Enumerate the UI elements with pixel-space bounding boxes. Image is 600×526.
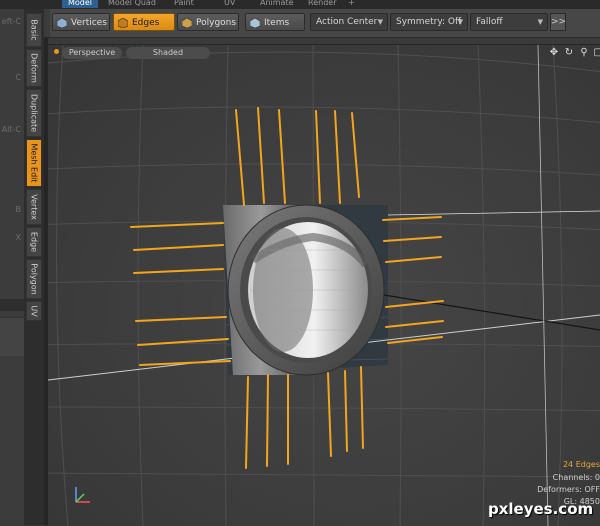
tab-model-quad[interactable]: Model Quad [102, 0, 162, 8]
side-tab-label: Deform [29, 53, 39, 83]
tab-render[interactable]: Render [302, 0, 342, 8]
polygons-button[interactable]: Polygons [177, 13, 239, 31]
vertices-icon [57, 18, 67, 28]
polygons-label: Polygons [196, 18, 237, 28]
side-tab-label: Basic [29, 19, 39, 41]
toolbar: Vertices Edges Polygons Items Action Cen… [0, 9, 600, 38]
viewport-options-icon[interactable] [54, 49, 59, 54]
vertices-label: Vertices [71, 18, 107, 28]
side-tab-basic[interactable]: Basic [26, 13, 42, 47]
side-tab-edge[interactable]: Edge [26, 227, 42, 257]
side-tab-label: Polygon [29, 263, 39, 295]
tab-uv[interactable]: UV [218, 0, 241, 8]
side-tab-label: Vertex [29, 194, 39, 220]
shortcut-label: C [15, 73, 21, 82]
edges-button[interactable]: Edges [113, 13, 175, 31]
side-tab-uv[interactable]: UV [26, 301, 42, 321]
top-tab-bar: Model Model Quad Paint UV Animate Render… [0, 0, 600, 9]
channels-readout: Channels: 0 [552, 473, 600, 482]
3d-viewport[interactable] [48, 44, 600, 526]
side-tab-polygon[interactable]: Polygon [26, 259, 42, 299]
falloff-label: Falloff [476, 17, 503, 27]
axis-gizmo-icon [75, 487, 90, 503]
rotate-view-icon[interactable]: ↻ [563, 47, 575, 59]
view-type-button[interactable]: Perspective [62, 47, 122, 59]
shortcut-label: eft-C [1, 17, 21, 26]
polygons-icon [182, 18, 192, 28]
left-tool-panel: eft-C C Alt-C B X [0, 17, 24, 525]
side-tab-label: Edge [29, 231, 39, 253]
tab-model[interactable]: Model [62, 0, 99, 8]
side-tab-duplicate[interactable]: Duplicate [26, 89, 42, 137]
watermark: pxleyes.com [488, 500, 594, 518]
zoom-view-icon[interactable]: ⚲ [578, 47, 590, 59]
symmetry-label: Symmetry: Off [396, 17, 462, 27]
viewport-header: Perspective Shaded ✥ ↻ ⚲ ▢ [48, 44, 600, 62]
left-panel-box [0, 317, 24, 356]
chevron-down-icon: ▼ [377, 18, 383, 26]
shortcut-label: X [15, 233, 21, 242]
side-tab-label: Mesh Edit [29, 143, 39, 183]
side-tab-deform[interactable]: Deform [26, 49, 42, 87]
side-tool-tabs: Basic Deform Duplicate Mesh Edit Vertex … [24, 9, 44, 525]
chevron-down-icon: ▼ [537, 18, 543, 26]
edges-label: Edges [132, 18, 160, 28]
side-tab-label: Duplicate [29, 93, 39, 133]
maximize-view-icon[interactable]: ▢ [592, 47, 600, 59]
symmetry-dropdown[interactable]: Symmetry: Off ▼ [390, 13, 468, 31]
items-label: Items [264, 18, 290, 28]
items-icon [250, 18, 260, 28]
falloff-dropdown[interactable]: Falloff ▼ [470, 13, 548, 31]
chevron-down-icon: ▼ [457, 18, 463, 26]
shading-mode-button[interactable]: Shaded [126, 47, 210, 59]
tab-paint[interactable]: Paint [168, 0, 200, 8]
left-panel-field[interactable] [0, 299, 24, 311]
action-center-dropdown[interactable]: Action Center ▼ [310, 13, 388, 31]
viewport-scene[interactable] [48, 45, 600, 526]
items-button[interactable]: Items [245, 13, 305, 31]
tab-add[interactable]: + [342, 0, 361, 8]
side-tab-label: UV [29, 305, 39, 317]
selection-count: 24 Edges [562, 460, 600, 469]
edges-icon [118, 18, 128, 28]
deformers-readout: Deformers: OFF [537, 485, 600, 494]
move-view-icon[interactable]: ✥ [548, 47, 560, 59]
vertices-button[interactable]: Vertices [52, 13, 110, 31]
side-tab-mesh-edit[interactable]: Mesh Edit [26, 139, 42, 187]
shortcut-label: Alt-C [1, 125, 21, 134]
more-tools-button[interactable]: >> [550, 13, 566, 31]
action-center-label: Action Center [316, 17, 378, 27]
shortcut-label: B [15, 205, 22, 214]
tube-mesh[interactable] [223, 204, 385, 376]
side-tab-vertex[interactable]: Vertex [26, 189, 42, 225]
tab-animate[interactable]: Animate [254, 0, 300, 8]
